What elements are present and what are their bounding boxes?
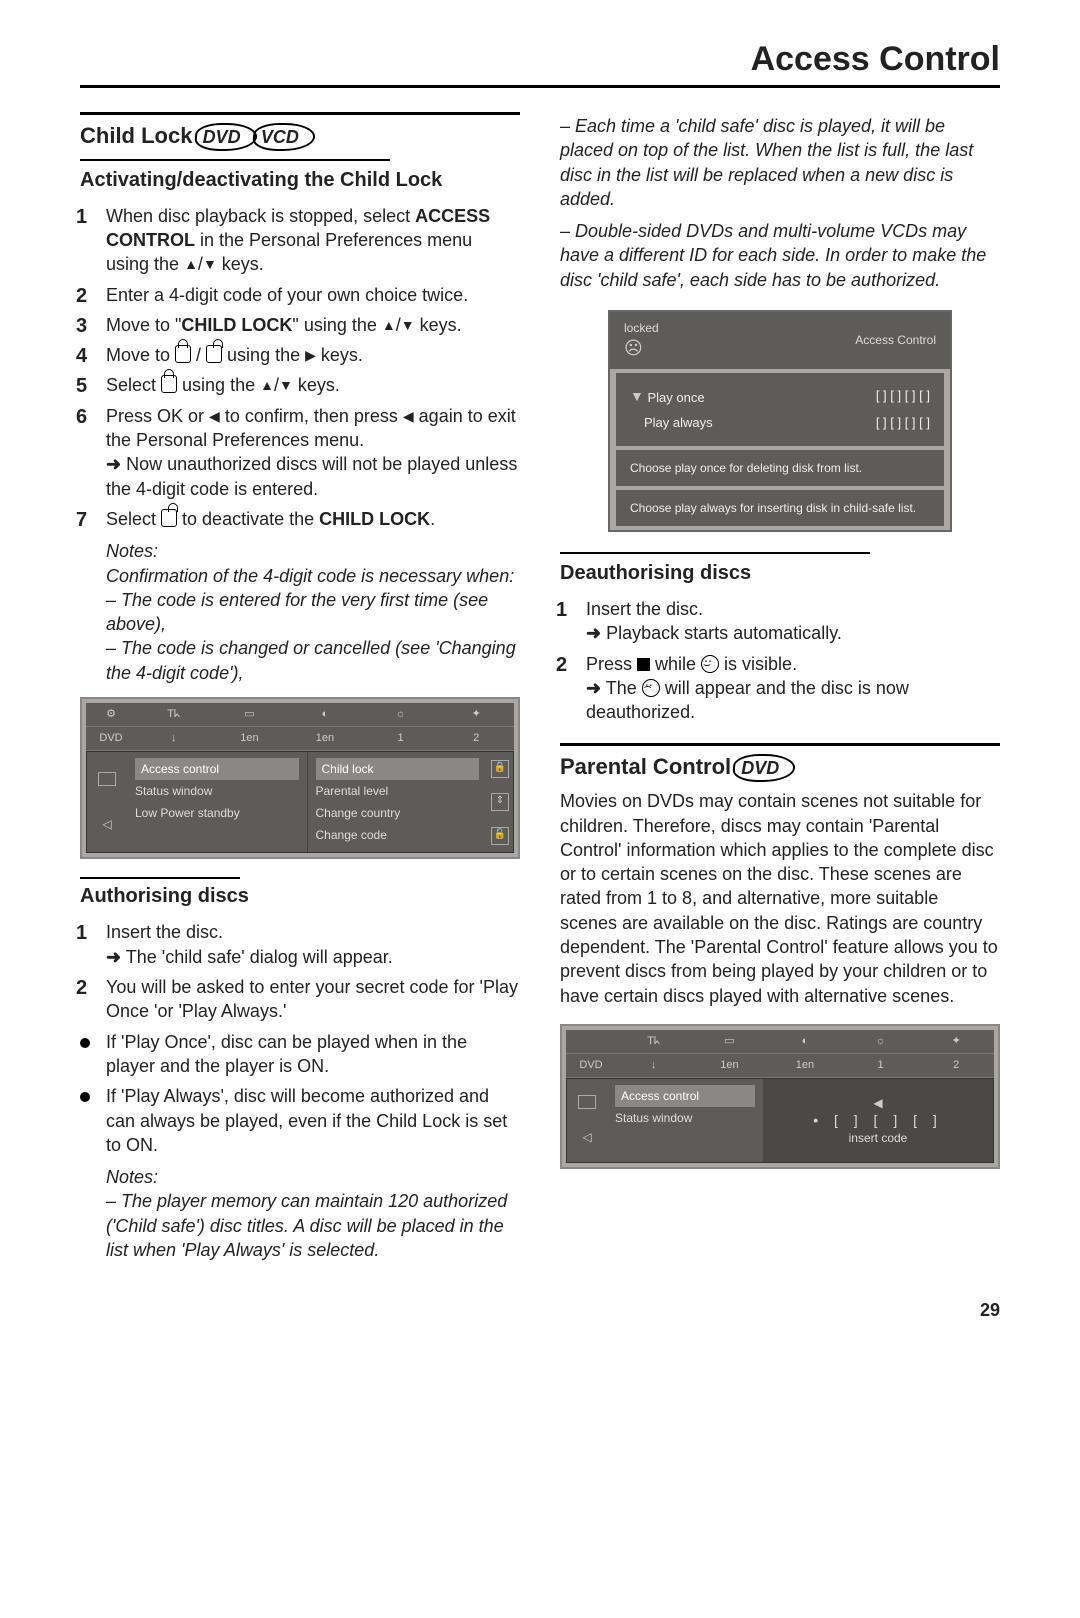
up-triangle-icon: ▲: [382, 316, 396, 335]
child-lock-heading: Child Lock DVD VCD: [80, 121, 520, 151]
step-6: 6 Press OK or ◀ to confirm, then press ◀…: [80, 404, 520, 501]
step-3: 3 Move to "CHILD LOCK" using the ▲/▼ key…: [80, 313, 520, 337]
auth-bullet-2: If 'Play Always', disc will become autho…: [80, 1084, 520, 1157]
auth-notes-block: Notes: – The player memory can maintain …: [80, 1165, 520, 1262]
unlock-icon: [161, 509, 177, 527]
dvd-badge-icon: DVD: [199, 125, 245, 149]
page-number: 29: [80, 1300, 1000, 1321]
step-1: 1 When disc playback is stopped, select …: [80, 204, 520, 277]
vcd-badge-icon: VCD: [257, 125, 303, 149]
preferences-menu-mockup: ⚙ Tᖾ ▭ ◐ ☼ ✦ DVD ↓ 1en 1en 1 2: [80, 697, 520, 859]
lock-icon: [175, 345, 191, 363]
unlock-icon: [206, 345, 222, 363]
cont-note-1: – Each time a 'child safe' disc is playe…: [560, 114, 1000, 211]
authorising-subheading: Authorising discs: [80, 883, 520, 910]
unlock-icon: 🔓: [491, 827, 509, 845]
deauth-step-2: 2 Press while is visible. ➜ The will app…: [560, 652, 1000, 725]
auth-step-1: 1 Insert the disc. ➜ The 'child safe' di…: [80, 920, 520, 969]
left-triangle-icon: ◀: [209, 407, 220, 426]
sad-face-icon: [642, 679, 660, 697]
lock-icon: [161, 375, 177, 393]
dvd-badge-icon: DVD: [737, 756, 783, 780]
cont-note-2: – Double-sided DVDs and multi-volume VCD…: [560, 219, 1000, 292]
notes-block: Notes: Confirmation of the 4-digit code …: [80, 539, 520, 685]
insert-code-mockup: Tᖾ ▭ ◐ ☼ ✦ DVD ↓ 1en 1en 1 2: [560, 1024, 1000, 1169]
step-2: 2Enter a 4-digit code of your own choice…: [80, 283, 520, 307]
parental-heading: Parental Control DVD: [560, 752, 1000, 782]
step-5: 5 Select using the ▲/▼ keys.: [80, 373, 520, 397]
left-column: Child Lock DVD VCD Activating/deactivati…: [80, 106, 520, 1270]
right-column: – Each time a 'child safe' disc is playe…: [560, 106, 1000, 1270]
header-rule: [80, 85, 1000, 88]
smile-face-icon: [701, 655, 719, 673]
down-triangle-icon: ▼: [401, 316, 415, 335]
step-7: 7 Select to deactivate the CHILD LOCK.: [80, 507, 520, 531]
auth-step-2: 2You will be asked to enter your secret …: [80, 975, 520, 1024]
locked-dialog-mockup: locked ☹ Access Control ▼ Play once [ ] …: [608, 310, 952, 532]
lock-icon: 🔒: [491, 760, 509, 778]
right-triangle-icon: ▶: [305, 346, 316, 365]
updown-icon: ⇕: [491, 793, 509, 811]
page-title: Access Control: [80, 40, 1000, 85]
sad-face-icon: ☹: [624, 336, 659, 360]
settings-icon: ⚙: [106, 708, 116, 720]
parental-body: Movies on DVDs may contain scenes not su…: [560, 789, 1000, 1008]
down-triangle-icon: ▼: [203, 255, 217, 274]
auth-bullet-1: If 'Play Once', disc can be played when …: [80, 1030, 520, 1079]
up-triangle-icon: ▲: [184, 255, 198, 274]
deauthorising-subheading: Deauthorising discs: [560, 560, 1000, 587]
stop-icon: [637, 658, 650, 671]
step-4: 4 Move to / using the ▶ keys.: [80, 343, 520, 367]
activating-subheading: Activating/deactivating the Child Lock: [80, 167, 520, 194]
deauth-step-1: 1 Insert the disc. ➜ Playback starts aut…: [560, 597, 1000, 646]
